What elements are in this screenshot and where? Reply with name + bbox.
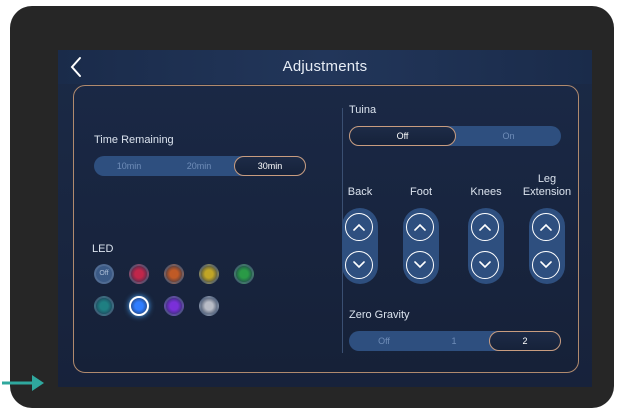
tuina-toggle: Off On	[349, 126, 561, 146]
time-option-10min[interactable]: 10min	[94, 156, 164, 176]
settings-panel: Time Remaining 10min 20min 30min LED Off…	[73, 85, 579, 373]
led-color-swatch[interactable]	[164, 296, 184, 316]
chevron-down-icon[interactable]	[532, 251, 560, 279]
time-option-20min[interactable]: 20min	[164, 156, 234, 176]
adjuster-pill-back	[342, 208, 378, 284]
time-remaining-selector: 10min 20min 30min	[94, 156, 306, 176]
adjuster-pill-knees	[468, 208, 504, 284]
zero-gravity-option-off[interactable]: Off	[349, 331, 419, 351]
time-option-30min[interactable]: 30min	[234, 156, 306, 176]
zero-gravity-option-2[interactable]: 2	[489, 331, 561, 351]
zero-gravity-option-1[interactable]: 1	[419, 331, 489, 351]
led-color-swatch[interactable]	[199, 264, 219, 284]
tuina-option-off[interactable]: Off	[349, 126, 456, 146]
tuina-option-on[interactable]: On	[456, 126, 561, 146]
chevron-up-icon[interactable]	[406, 213, 434, 241]
adjuster-label-foot: Foot	[409, 186, 432, 198]
adjuster-label-leg-extension: Leg Extension	[522, 173, 572, 198]
led-off-button[interactable]: Off	[94, 264, 114, 284]
zero-gravity-selector: Off 1 2	[349, 331, 561, 351]
led-color-swatch[interactable]	[129, 264, 149, 284]
adjuster-pill-foot	[403, 208, 439, 284]
app-screen: Adjustments Time Remaining 10min 20min 3…	[58, 50, 592, 387]
led-label: LED	[92, 243, 114, 255]
adjuster-label-back: Back	[347, 186, 373, 198]
zero-gravity-label: Zero Gravity	[349, 309, 410, 321]
page-title: Adjustments	[282, 58, 368, 75]
header-bar: Adjustments	[58, 50, 592, 84]
tuina-label: Tuina	[349, 104, 377, 116]
time-remaining-label: Time Remaining	[94, 134, 174, 146]
led-color-swatch[interactable]	[234, 264, 254, 284]
chevron-down-icon[interactable]	[471, 251, 499, 279]
adjuster-label-knees: Knees	[470, 186, 502, 198]
led-color-swatch[interactable]	[129, 296, 149, 316]
chevron-down-icon[interactable]	[345, 251, 373, 279]
chevron-up-icon[interactable]	[471, 213, 499, 241]
chevron-up-icon[interactable]	[532, 213, 560, 241]
led-color-swatch[interactable]	[164, 264, 184, 284]
chevron-up-icon[interactable]	[345, 213, 373, 241]
tablet-device: Adjustments Time Remaining 10min 20min 3…	[10, 6, 614, 408]
led-color-swatch[interactable]	[199, 296, 219, 316]
chevron-down-icon[interactable]	[406, 251, 434, 279]
led-color-swatch[interactable]	[94, 296, 114, 316]
arrow-right-icon	[2, 373, 46, 393]
adjuster-pill-leg-extension	[529, 208, 565, 284]
